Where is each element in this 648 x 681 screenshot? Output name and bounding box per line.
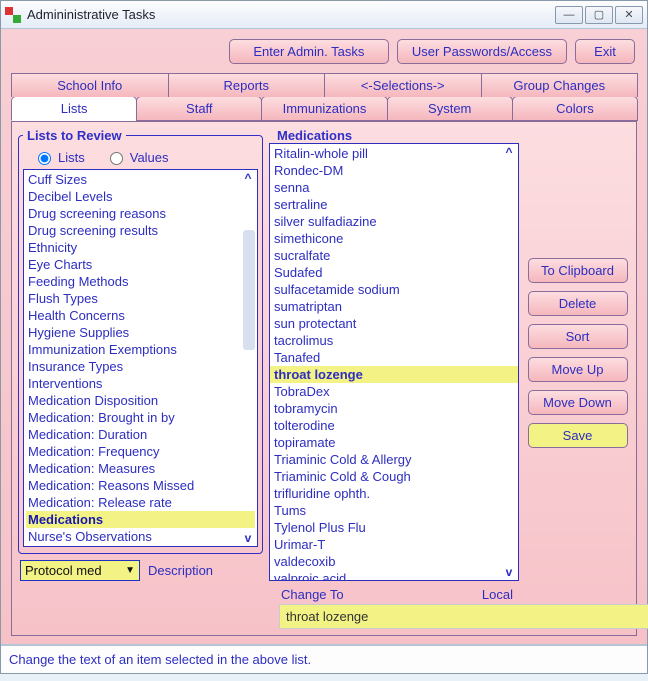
- list-item[interactable]: Medication: Release rate: [26, 494, 255, 511]
- list-item[interactable]: Urimar-T: [272, 536, 516, 553]
- list-item[interactable]: Tylenol Plus Flu: [272, 519, 516, 536]
- list-item[interactable]: Flush Types: [26, 290, 255, 307]
- list-item[interactable]: Decibel Levels: [26, 188, 255, 205]
- move-up-button[interactable]: Move Up: [528, 357, 628, 382]
- status-bar: Change the text of an item selected in t…: [1, 644, 647, 673]
- list-item[interactable]: Insurance Types: [26, 358, 255, 375]
- scrollbar-thumb[interactable]: [243, 230, 255, 350]
- close-button[interactable]: ✕: [615, 6, 643, 24]
- list-item[interactable]: TobraDex: [272, 383, 516, 400]
- enter-admin-tasks-button[interactable]: Enter Admin. Tasks: [229, 39, 389, 64]
- list-item[interactable]: Medication: Duration: [26, 426, 255, 443]
- list-item[interactable]: tacrolimus: [272, 332, 516, 349]
- tab-group-changes[interactable]: Group Changes: [481, 73, 639, 97]
- radio-values[interactable]: Values: [105, 149, 169, 165]
- change-to-label: Change To: [281, 587, 344, 602]
- sort-button[interactable]: Sort: [528, 324, 628, 349]
- list-item[interactable]: simethicone: [272, 230, 516, 247]
- list-item[interactable]: sulfacetamide sodium: [272, 281, 516, 298]
- list-item[interactable]: Medication: Measures: [26, 460, 255, 477]
- list-item[interactable]: Nurse's Observations: [26, 528, 255, 545]
- list-item[interactable]: sumatriptan: [272, 298, 516, 315]
- tab-lists[interactable]: Lists: [11, 96, 137, 121]
- list-item[interactable]: Feeding Methods: [26, 273, 255, 290]
- list-item[interactable]: Cuff Sizes: [26, 171, 255, 188]
- maximize-button[interactable]: ▢: [585, 6, 613, 24]
- window-title: Admininistrative Tasks: [27, 7, 555, 22]
- list-item[interactable]: Tums: [272, 502, 516, 519]
- delete-button[interactable]: Delete: [528, 291, 628, 316]
- tab-colors[interactable]: Colors: [512, 96, 638, 121]
- list-item[interactable]: throat lozenge: [272, 366, 516, 383]
- list-item[interactable]: silver sulfadiazine: [272, 213, 516, 230]
- list-item[interactable]: sucralfate: [272, 247, 516, 264]
- exit-button[interactable]: Exit: [575, 39, 635, 64]
- medications-header: Medications: [269, 128, 519, 143]
- list-item[interactable]: Medication: Frequency: [26, 443, 255, 460]
- list-item[interactable]: valdecoxib: [272, 553, 516, 570]
- list-item[interactable]: sun protectant: [272, 315, 516, 332]
- list-item[interactable]: Medications: [26, 511, 255, 528]
- minimize-button[interactable]: —: [555, 6, 583, 24]
- scroll-up-icon[interactable]: ^: [242, 171, 254, 185]
- list-item[interactable]: Medication: Brought in by: [26, 409, 255, 426]
- app-icon: [5, 7, 21, 23]
- save-button[interactable]: Save: [528, 423, 628, 448]
- lists-to-review-legend: Lists to Review: [23, 128, 126, 143]
- list-item[interactable]: topiramate: [272, 434, 516, 451]
- list-item[interactable]: Interventions: [26, 375, 255, 392]
- medications-listbox[interactable]: ^ Ritalin-whole pillRondec-DMsennasertra…: [269, 143, 519, 581]
- list-item[interactable]: Health Concerns: [26, 307, 255, 324]
- list-item[interactable]: Drug screening reasons: [26, 205, 255, 222]
- list-item[interactable]: Rondec-DM: [272, 162, 516, 179]
- user-passwords-button[interactable]: User Passwords/Access: [397, 39, 567, 64]
- tab-system[interactable]: System: [387, 96, 513, 121]
- list-item[interactable]: Drug screening results: [26, 222, 255, 239]
- list-item[interactable]: tolterodine: [272, 417, 516, 434]
- list-item[interactable]: Ostomy Care Types: [26, 545, 255, 547]
- list-item[interactable]: Hygiene Supplies: [26, 324, 255, 341]
- radio-lists[interactable]: Lists: [33, 149, 85, 165]
- list-item[interactable]: Eye Charts: [26, 256, 255, 273]
- list-item[interactable]: Immunization Exemptions: [26, 341, 255, 358]
- lists-review-listbox[interactable]: ^ Cuff SizesDecibel LevelsDrug screening…: [23, 169, 258, 547]
- protocol-combo[interactable]: Protocol med ▼: [20, 560, 140, 581]
- list-item[interactable]: Triaminic Cold & Allergy: [272, 451, 516, 468]
- list-item[interactable]: Medication Disposition: [26, 392, 255, 409]
- tab-selections[interactable]: <-Selections->: [324, 73, 482, 97]
- to-clipboard-button[interactable]: To Clipboard: [528, 258, 628, 283]
- list-item[interactable]: Triaminic Cold & Cough: [272, 468, 516, 485]
- list-item[interactable]: trifluridine ophth.: [272, 485, 516, 502]
- list-item[interactable]: Tanafed: [272, 349, 516, 366]
- list-item[interactable]: Ritalin-whole pill: [272, 145, 516, 162]
- list-item[interactable]: tobramycin: [272, 400, 516, 417]
- list-item[interactable]: Sudafed: [272, 264, 516, 281]
- tab-reports[interactable]: Reports: [168, 73, 326, 97]
- list-item[interactable]: valproic acid: [272, 570, 516, 581]
- local-label: Local: [482, 587, 513, 602]
- tab-school-info[interactable]: School Info: [11, 73, 169, 97]
- list-item[interactable]: senna: [272, 179, 516, 196]
- chevron-down-icon: ▼: [125, 565, 135, 576]
- move-down-button[interactable]: Move Down: [528, 390, 628, 415]
- list-item[interactable]: Ethnicity: [26, 239, 255, 256]
- list-item[interactable]: Medication: Reasons Missed: [26, 477, 255, 494]
- list-item[interactable]: sertraline: [272, 196, 516, 213]
- tab-immunizations[interactable]: Immunizations: [261, 96, 387, 121]
- tab-staff[interactable]: Staff: [136, 96, 262, 121]
- description-label: Description: [148, 563, 213, 578]
- scroll-down-icon[interactable]: v: [242, 531, 254, 545]
